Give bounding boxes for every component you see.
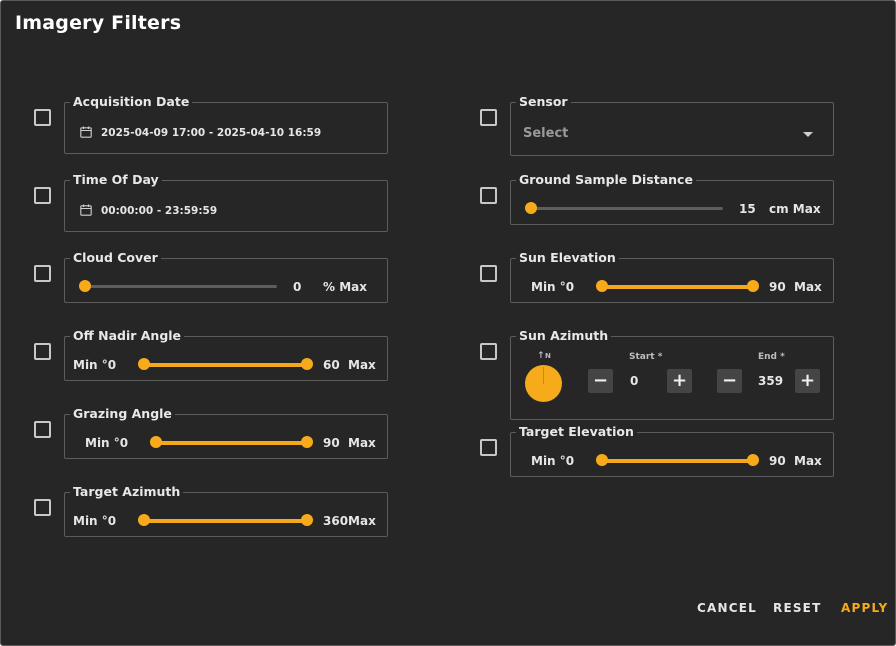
sensor-checkbox[interactable] — [480, 109, 497, 126]
sun-azimuth-dial[interactable] — [525, 365, 562, 402]
sun-elevation-min: Min °0 — [531, 280, 575, 294]
cloud-cover-slider-thumb[interactable] — [79, 280, 91, 292]
time-of-day-field[interactable]: Time Of Day 00:00:00 - 23:59:59 — [64, 172, 388, 232]
sun-elevation-field: Sun Elevation Min °0 90 Max — [510, 250, 834, 303]
off-nadir-angle-min-thumb[interactable] — [138, 358, 150, 370]
off-nadir-angle-checkbox[interactable] — [34, 343, 51, 360]
ground-sample-distance-slider-thumb[interactable] — [525, 202, 537, 214]
start-increment-button[interactable]: + — [667, 369, 692, 393]
grazing-angle-min-thumb[interactable] — [150, 436, 162, 448]
target-azimuth-checkbox[interactable] — [34, 499, 51, 516]
target-elevation-min: Min °0 — [531, 454, 575, 468]
ground-sample-distance-slider-track[interactable] — [531, 207, 723, 210]
imagery-filters-dialog: Imagery Filters Acquisition Date 2025-04… — [0, 0, 896, 646]
target-elevation-min-thumb[interactable] — [596, 454, 608, 466]
target-azimuth-slider-fill — [144, 519, 307, 523]
sun-elevation-slider-fill — [602, 285, 753, 289]
off-nadir-angle-slider-fill — [144, 363, 307, 367]
grazing-angle-label: Grazing Angle — [70, 406, 175, 422]
ground-sample-distance-label: Ground Sample Distance — [516, 172, 696, 188]
time-of-day-checkbox[interactable] — [34, 187, 51, 204]
end-decrement-button[interactable]: − — [717, 369, 742, 393]
target-elevation-slider-fill — [602, 459, 753, 463]
cloud-cover-checkbox[interactable] — [34, 265, 51, 282]
ground-sample-distance-checkbox[interactable] — [480, 187, 497, 204]
end-value[interactable]: 359 — [758, 374, 783, 388]
end-label: End * — [758, 352, 785, 362]
sun-elevation-checkbox[interactable] — [480, 265, 497, 282]
reset-button[interactable]: RESET — [773, 601, 821, 615]
target-azimuth-field: Target Azimuth Min °0 360Max — [64, 484, 388, 537]
sun-elevation-max-thumb[interactable] — [747, 280, 759, 292]
sun-azimuth-label: Sun Azimuth — [516, 328, 612, 344]
target-azimuth-min-thumb[interactable] — [138, 514, 150, 526]
acquisition-date-label: Acquisition Date — [70, 94, 193, 110]
sun-elevation-label: Sun Elevation — [516, 250, 619, 266]
off-nadir-angle-max-value: 60 — [323, 358, 340, 372]
cloud-cover-unit: % Max — [323, 280, 367, 294]
cloud-cover-label: Cloud Cover — [70, 250, 161, 266]
target-azimuth-max-thumb[interactable] — [301, 514, 313, 526]
end-increment-button[interactable]: + — [795, 369, 820, 393]
grazing-angle-max-thumb[interactable] — [301, 436, 313, 448]
off-nadir-angle-label: Off Nadir Angle — [70, 328, 185, 344]
acquisition-date-field[interactable]: Acquisition Date 2025-04-09 17:00 - 2025… — [64, 94, 388, 154]
cancel-button[interactable]: CANCEL — [697, 601, 757, 615]
calendar-icon — [80, 126, 92, 138]
sun-elevation-max-label: Max — [794, 280, 822, 294]
grazing-angle-min: Min °0 — [85, 436, 129, 450]
sun-azimuth-field: Sun Azimuth ↑ N Start * − 0 + End * − 35… — [510, 328, 834, 420]
ground-sample-distance-unit: cm Max — [769, 202, 821, 216]
time-of-day-value: 00:00:00 - 23:59:59 — [101, 205, 218, 217]
grazing-angle-max-label: Max — [348, 436, 376, 450]
target-elevation-max-label: Max — [794, 454, 822, 468]
start-value[interactable]: 0 — [630, 374, 638, 388]
dialog-title: Imagery Filters — [15, 12, 182, 34]
grazing-angle-max-value: 90 — [323, 436, 340, 450]
target-elevation-checkbox[interactable] — [480, 439, 497, 456]
north-label: N — [545, 352, 551, 360]
off-nadir-angle-field: Off Nadir Angle Min °0 60 Max — [64, 328, 388, 381]
target-azimuth-min: Min °0 — [73, 514, 117, 528]
grazing-angle-checkbox[interactable] — [34, 421, 51, 438]
target-elevation-max-value: 90 — [769, 454, 786, 468]
start-decrement-button[interactable]: − — [588, 369, 613, 393]
grazing-angle-field: Grazing Angle Min °0 90 Max — [64, 406, 388, 459]
calendar-icon — [80, 204, 92, 216]
cloud-cover-slider-track[interactable] — [85, 285, 277, 288]
cloud-cover-field: Cloud Cover 0 % Max — [64, 250, 388, 303]
off-nadir-angle-max-label: Max — [348, 358, 376, 372]
apply-button[interactable]: APPLY — [841, 601, 888, 615]
sensor-select[interactable]: Sensor Select — [510, 94, 834, 156]
ground-sample-distance-field: Ground Sample Distance 15 cm Max — [510, 172, 834, 225]
sensor-label: Sensor — [516, 94, 571, 110]
target-elevation-max-thumb[interactable] — [747, 454, 759, 466]
target-elevation-label: Target Elevation — [516, 424, 637, 440]
off-nadir-angle-max-thumb[interactable] — [301, 358, 313, 370]
chevron-down-icon[interactable] — [803, 132, 813, 137]
target-elevation-field: Target Elevation Min °0 90 Max — [510, 424, 834, 477]
sun-elevation-min-thumb[interactable] — [596, 280, 608, 292]
north-arrow-icon: ↑ — [537, 351, 545, 361]
grazing-angle-slider-fill — [156, 441, 307, 445]
start-label: Start * — [629, 352, 663, 362]
sun-azimuth-checkbox[interactable] — [480, 343, 497, 360]
time-of-day-label: Time Of Day — [70, 172, 162, 188]
off-nadir-angle-min: Min °0 — [73, 358, 117, 372]
dial-needle — [543, 367, 544, 384]
cloud-cover-value: 0 — [293, 280, 302, 294]
sensor-placeholder: Select — [523, 126, 569, 141]
acquisition-date-value: 2025-04-09 17:00 - 2025-04-10 16:59 — [101, 127, 322, 139]
target-azimuth-max: 360Max — [323, 514, 376, 528]
sun-elevation-max-value: 90 — [769, 280, 786, 294]
target-azimuth-label: Target Azimuth — [70, 484, 184, 500]
acquisition-date-checkbox[interactable] — [34, 109, 51, 126]
ground-sample-distance-value: 15 — [739, 202, 756, 216]
